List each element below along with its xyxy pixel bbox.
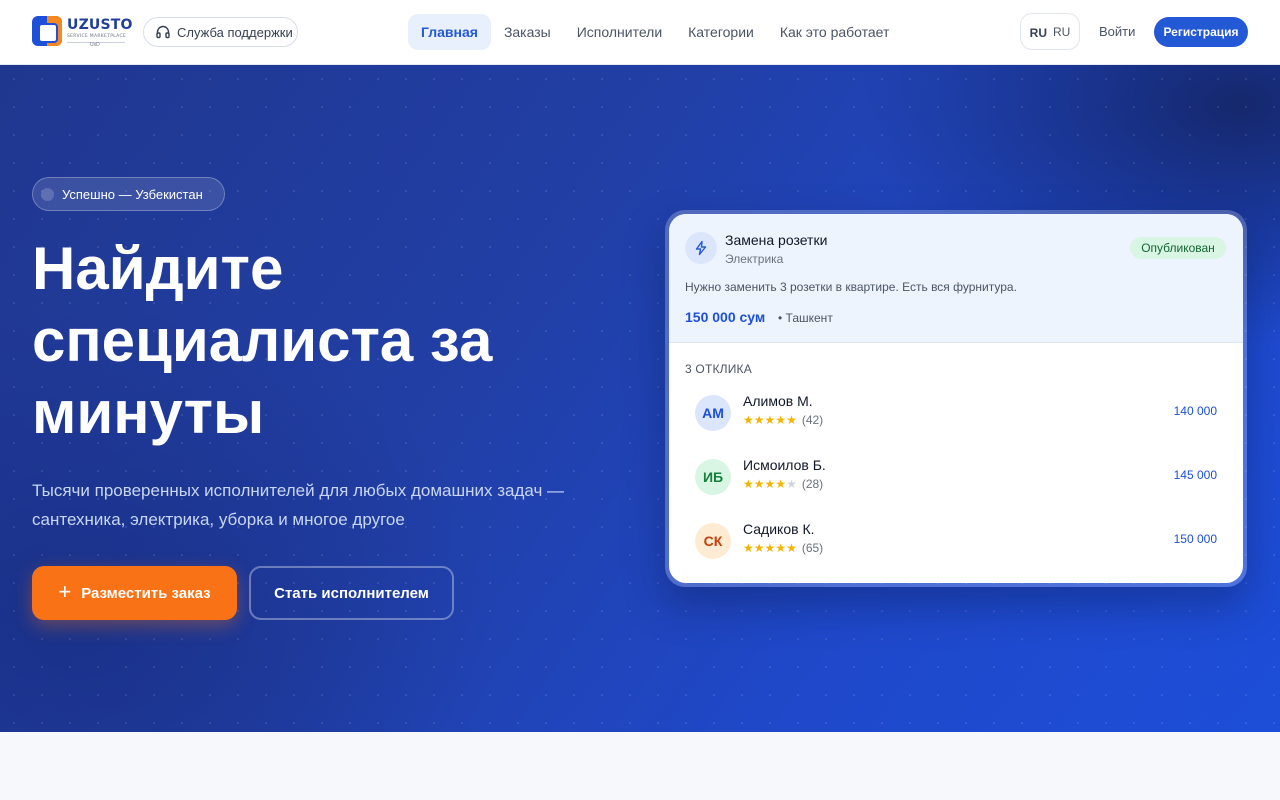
star-icon: ★ bbox=[753, 477, 765, 491]
review-count: (28) bbox=[801, 477, 824, 491]
hero-badge: Успешно — Узбекистан bbox=[32, 177, 225, 211]
task-price: 150 000 сум bbox=[685, 309, 766, 325]
status-badge: Опубликован bbox=[1130, 237, 1226, 259]
headset-icon bbox=[156, 25, 170, 39]
support-button[interactable]: Служба поддержки bbox=[143, 17, 298, 47]
star-icon: ★ bbox=[786, 477, 797, 491]
star-icons: ★★★★★ bbox=[743, 541, 797, 555]
star-icon: ★ bbox=[775, 477, 787, 491]
post-order-label: Разместить заказ bbox=[81, 584, 211, 602]
brand-small: UxD bbox=[90, 42, 100, 48]
brand-name: UZUSTO bbox=[67, 17, 133, 33]
task-title: Замена розетки bbox=[725, 232, 828, 248]
response-name: Алимов М. bbox=[743, 393, 813, 409]
become-performer-button[interactable]: Стать исполнителем bbox=[249, 566, 454, 620]
review-count: (42) bbox=[801, 413, 824, 427]
rating-stars: ★★★★★ (28) bbox=[743, 477, 823, 491]
star-icon: ★ bbox=[743, 413, 754, 427]
hero-title-line: Найдите bbox=[32, 235, 284, 302]
star-icon: ★ bbox=[786, 541, 797, 555]
lightning-icon bbox=[685, 232, 717, 264]
avatar: ИБ bbox=[695, 459, 731, 495]
review-count: (65) bbox=[801, 541, 824, 555]
star-icon: ★ bbox=[743, 541, 754, 555]
responses-title: 3 ОТКЛИКА bbox=[685, 362, 752, 376]
response-name: Исмоилов Б. bbox=[743, 457, 826, 473]
hero-subtitle-line: сантехника, электрика, уборка и многое д… bbox=[32, 510, 405, 529]
response-price: 145 000 bbox=[1173, 468, 1217, 482]
brand-tagline: SERVICE MARKETPLACE bbox=[67, 34, 127, 39]
main-nav: Главная Заказы Исполнители Категории Как… bbox=[408, 14, 902, 50]
login-link[interactable]: Войти bbox=[1099, 24, 1135, 39]
support-label: Служба поддержки bbox=[177, 24, 293, 40]
order-summary: Замена розетки Электрика Опубликован Нуж… bbox=[669, 214, 1243, 343]
hero-title-line: специалиста за bbox=[32, 307, 493, 374]
star-icon: ★ bbox=[786, 413, 797, 427]
top-header: UZUSTO SERVICE MARKETPLACE UxD Служба по… bbox=[0, 0, 1280, 65]
hero-title-line: минуты bbox=[32, 379, 265, 446]
badge-label: Успешно — Узбекистан bbox=[62, 186, 203, 202]
badge-dot-icon bbox=[41, 187, 54, 201]
nav-item-how-it-works[interactable]: Как это работает bbox=[767, 14, 903, 50]
star-icon: ★ bbox=[775, 541, 787, 555]
order-preview-card: Замена розетки Электрика Опубликован Нуж… bbox=[665, 210, 1247, 587]
nav-item-home[interactable]: Главная bbox=[408, 14, 491, 50]
avatar: АМ bbox=[695, 395, 731, 431]
task-city: • Ташкент bbox=[778, 311, 833, 325]
task-description: Нужно заменить 3 розетки в квартире. Ест… bbox=[685, 280, 1017, 294]
star-icon: ★ bbox=[764, 541, 776, 555]
nav-item-orders[interactable]: Заказы bbox=[491, 14, 564, 50]
star-icon: ★ bbox=[764, 477, 776, 491]
nav-item-categories[interactable]: Категории bbox=[675, 14, 767, 50]
star-icon: ★ bbox=[775, 413, 787, 427]
response-name: Садиков К. bbox=[743, 521, 815, 537]
star-icon: ★ bbox=[753, 541, 765, 555]
plus-icon: + bbox=[58, 579, 72, 604]
hero-section: Успешно — Узбекистан Найдите специалиста… bbox=[0, 65, 1280, 732]
task-category: Электрика bbox=[725, 252, 784, 266]
avatar: СК bbox=[695, 523, 731, 559]
rating-stars: ★★★★★ (65) bbox=[743, 541, 823, 555]
star-icon: ★ bbox=[743, 477, 754, 491]
order-card-body: Замена розетки Электрика Опубликован Нуж… bbox=[669, 214, 1243, 583]
response-row[interactable]: ИБ Исмоилов Б. ★★★★★ (28) 145 000 bbox=[695, 457, 1217, 497]
language-switcher[interactable]: RU RU bbox=[1020, 13, 1080, 50]
star-icons: ★★★★★ bbox=[743, 477, 797, 491]
response-price: 140 000 bbox=[1173, 404, 1217, 418]
language-code: RU bbox=[1053, 24, 1071, 39]
hero-subtitle: Тысячи проверенных исполнителей для любы… bbox=[32, 476, 612, 534]
star-icons: ★★★★★ bbox=[743, 413, 797, 427]
star-icon: ★ bbox=[764, 413, 776, 427]
rating-stars: ★★★★★ (42) bbox=[743, 413, 823, 427]
nav-item-performers[interactable]: Исполнители bbox=[564, 14, 675, 50]
response-price: 150 000 bbox=[1173, 532, 1217, 546]
response-row[interactable]: АМ Алимов М. ★★★★★ (42) 140 000 bbox=[695, 393, 1217, 433]
response-row[interactable]: СК Садиков К. ★★★★★ (65) 150 000 bbox=[695, 521, 1217, 561]
next-section bbox=[0, 732, 1280, 800]
hero-title: Найдите специалиста за минуты bbox=[32, 233, 592, 449]
brand-logo[interactable]: UZUSTO SERVICE MARKETPLACE UxD bbox=[32, 16, 132, 48]
logo-mark-icon bbox=[32, 16, 62, 46]
hero-subtitle-line: Тысячи проверенных исполнителей для любы… bbox=[32, 481, 565, 500]
post-order-button[interactable]: + Разместить заказ bbox=[32, 566, 237, 620]
language-flag-icon: RU bbox=[1029, 25, 1047, 40]
register-button[interactable]: Регистрация bbox=[1154, 17, 1248, 47]
star-icon: ★ bbox=[753, 413, 765, 427]
